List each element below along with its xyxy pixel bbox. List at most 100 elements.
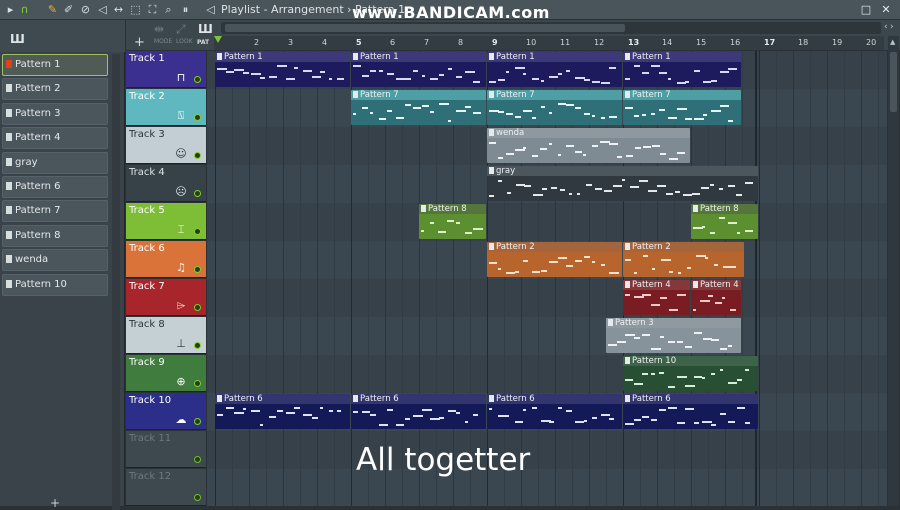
pencil-icon[interactable]: ✎ [46, 3, 59, 16]
clip-menu-icon[interactable] [421, 205, 426, 212]
pattern-clip[interactable]: Pattern 6 [351, 394, 486, 429]
track-header[interactable]: Track 4 ☹ [126, 165, 206, 202]
track-header[interactable]: Track 2 ⍂ [126, 89, 206, 126]
playback-icon[interactable]: ⏸ [179, 3, 192, 16]
pattern-item[interactable]: Pattern 8 [2, 224, 108, 247]
pattern-item[interactable]: Pattern 6 [2, 175, 108, 198]
clip-menu-icon[interactable] [489, 395, 494, 402]
clip-header[interactable]: Pattern 2 [487, 242, 622, 252]
pattern-clip[interactable]: Pattern 7 [487, 90, 622, 125]
clip-header[interactable]: Pattern 10 [623, 356, 758, 366]
pattern-item[interactable]: Pattern 3 [2, 102, 108, 125]
track-header[interactable]: Track 5 ⌶ [126, 203, 206, 240]
pattern-clip[interactable]: gray [487, 166, 758, 201]
scroll-left-icon[interactable]: ‹ [884, 22, 888, 32]
vertical-scrollbar[interactable]: ▲ [888, 36, 899, 506]
clip-header[interactable]: Pattern 3 [606, 318, 741, 328]
grid-row[interactable] [207, 203, 887, 241]
pattern-item[interactable]: Pattern 1 [2, 54, 108, 76]
pattern-clip[interactable]: Pattern 10 [623, 356, 758, 391]
clip-menu-icon[interactable] [608, 319, 613, 326]
paint-icon[interactable]: ✐ [62, 3, 75, 16]
clip-header[interactable]: Pattern 7 [351, 90, 486, 100]
track-enable-led[interactable] [194, 342, 201, 349]
pattern-clip[interactable]: Pattern 3 [606, 318, 741, 353]
pattern-clip[interactable]: Pattern 7 [623, 90, 741, 125]
track-header[interactable]: Track 9 ⊕ [126, 355, 206, 392]
clip-header[interactable]: Pattern 7 [623, 90, 741, 100]
add-track-button[interactable]: + [134, 35, 145, 50]
clip-menu-icon[interactable] [353, 91, 358, 98]
track-enable-led[interactable] [194, 456, 201, 463]
track-enable-led[interactable] [194, 114, 201, 121]
track-header[interactable]: Track 3 ☺ [126, 127, 206, 164]
grid-row[interactable] [207, 355, 887, 393]
horizontal-scroll-thumb[interactable] [225, 24, 625, 32]
grid-row[interactable] [207, 317, 887, 355]
clip-menu-icon[interactable] [625, 281, 630, 288]
clip-header[interactable]: Pattern 1 [623, 52, 741, 62]
select-box-icon[interactable]: ⛶ [146, 3, 159, 16]
pattern-clip[interactable]: Pattern 2 [487, 242, 622, 277]
clip-header[interactable]: Pattern 8 [691, 204, 758, 214]
pattern-clip[interactable]: Pattern 4 [691, 280, 741, 315]
pattern-icon[interactable]: Ш [198, 22, 213, 36]
pattern-clip[interactable]: Pattern 6 [215, 394, 350, 429]
clip-menu-icon[interactable] [625, 243, 630, 250]
track-enable-led[interactable] [194, 76, 201, 83]
track-enable-led[interactable] [194, 380, 201, 387]
close-button[interactable]: ✕ [879, 3, 893, 17]
pattern-item[interactable]: Pattern 7 [2, 200, 108, 223]
playlist-grid[interactable]: Pattern 1 Pattern 1 Pattern 1 Pattern 1 Patt… [207, 51, 887, 506]
magnet-icon[interactable]: ∩ [18, 3, 31, 16]
maximize-button[interactable]: □ [859, 3, 873, 17]
track-header[interactable]: Track 7 ⌲ [126, 279, 206, 316]
clip-header[interactable]: Pattern 7 [487, 90, 622, 100]
clip-menu-icon[interactable] [353, 53, 358, 60]
vertical-scroll-thumb[interactable] [890, 52, 897, 112]
scroll-up-icon[interactable]: ▲ [890, 38, 895, 46]
clip-header[interactable]: Pattern 1 [487, 52, 622, 62]
track-enable-led[interactable] [194, 152, 201, 159]
slip-icon[interactable]: ↔ [112, 3, 125, 16]
zoom-icon[interactable]: ⌕ [162, 3, 175, 16]
clip-header[interactable]: Pattern 4 [623, 280, 690, 290]
grid-row[interactable] [207, 279, 887, 317]
pattern-item[interactable]: wenda [2, 249, 108, 272]
track-enable-led[interactable] [194, 418, 201, 425]
clip-header[interactable]: Pattern 2 [623, 242, 745, 252]
pattern-item[interactable]: Pattern 4 [2, 127, 108, 150]
clip-menu-icon[interactable] [489, 53, 494, 60]
pattern-clip[interactable]: Pattern 6 [487, 394, 622, 429]
pattern-item[interactable]: Pattern 2 [2, 78, 108, 101]
track-enable-led[interactable] [194, 266, 201, 273]
clip-menu-icon[interactable] [693, 281, 698, 288]
track-header[interactable]: Track 6 ♫ [126, 241, 206, 278]
grid-row[interactable] [207, 431, 887, 469]
clip-header[interactable]: Pattern 6 [215, 394, 350, 404]
clip-header[interactable]: Pattern 6 [487, 394, 622, 404]
clip-menu-icon[interactable] [625, 53, 630, 60]
clip-header[interactable]: Pattern 1 [215, 52, 350, 62]
pattern-clip[interactable]: Pattern 1 [487, 52, 622, 87]
clip-menu-icon[interactable] [625, 395, 630, 402]
add-pattern-button[interactable]: + [50, 496, 60, 510]
clip-header[interactable]: Pattern 1 [351, 52, 486, 62]
clip-menu-icon[interactable] [353, 395, 358, 402]
track-header[interactable]: Track 11 [126, 431, 206, 468]
pattern-clip[interactable]: Pattern 4 [623, 280, 690, 315]
clip-header[interactable]: Pattern 4 [691, 280, 741, 290]
pattern-clip[interactable]: Pattern 1 [623, 52, 741, 87]
track-header[interactable]: Track 1 ⊓ [126, 51, 206, 88]
pattern-clip[interactable]: wenda [487, 128, 690, 163]
clip-header[interactable]: gray [487, 166, 758, 176]
track-enable-led[interactable] [194, 190, 201, 197]
pattern-clip[interactable]: Pattern 1 [351, 52, 486, 87]
clip-header[interactable]: Pattern 6 [351, 394, 486, 404]
clip-header[interactable]: wenda [487, 128, 690, 138]
delete-icon[interactable]: ⊘ [79, 3, 92, 16]
grid-row[interactable] [207, 469, 887, 506]
pattern-clip[interactable]: Pattern 8 [691, 204, 758, 239]
clip-menu-icon[interactable] [693, 205, 698, 212]
look-icon[interactable]: ⤢ [176, 22, 186, 37]
